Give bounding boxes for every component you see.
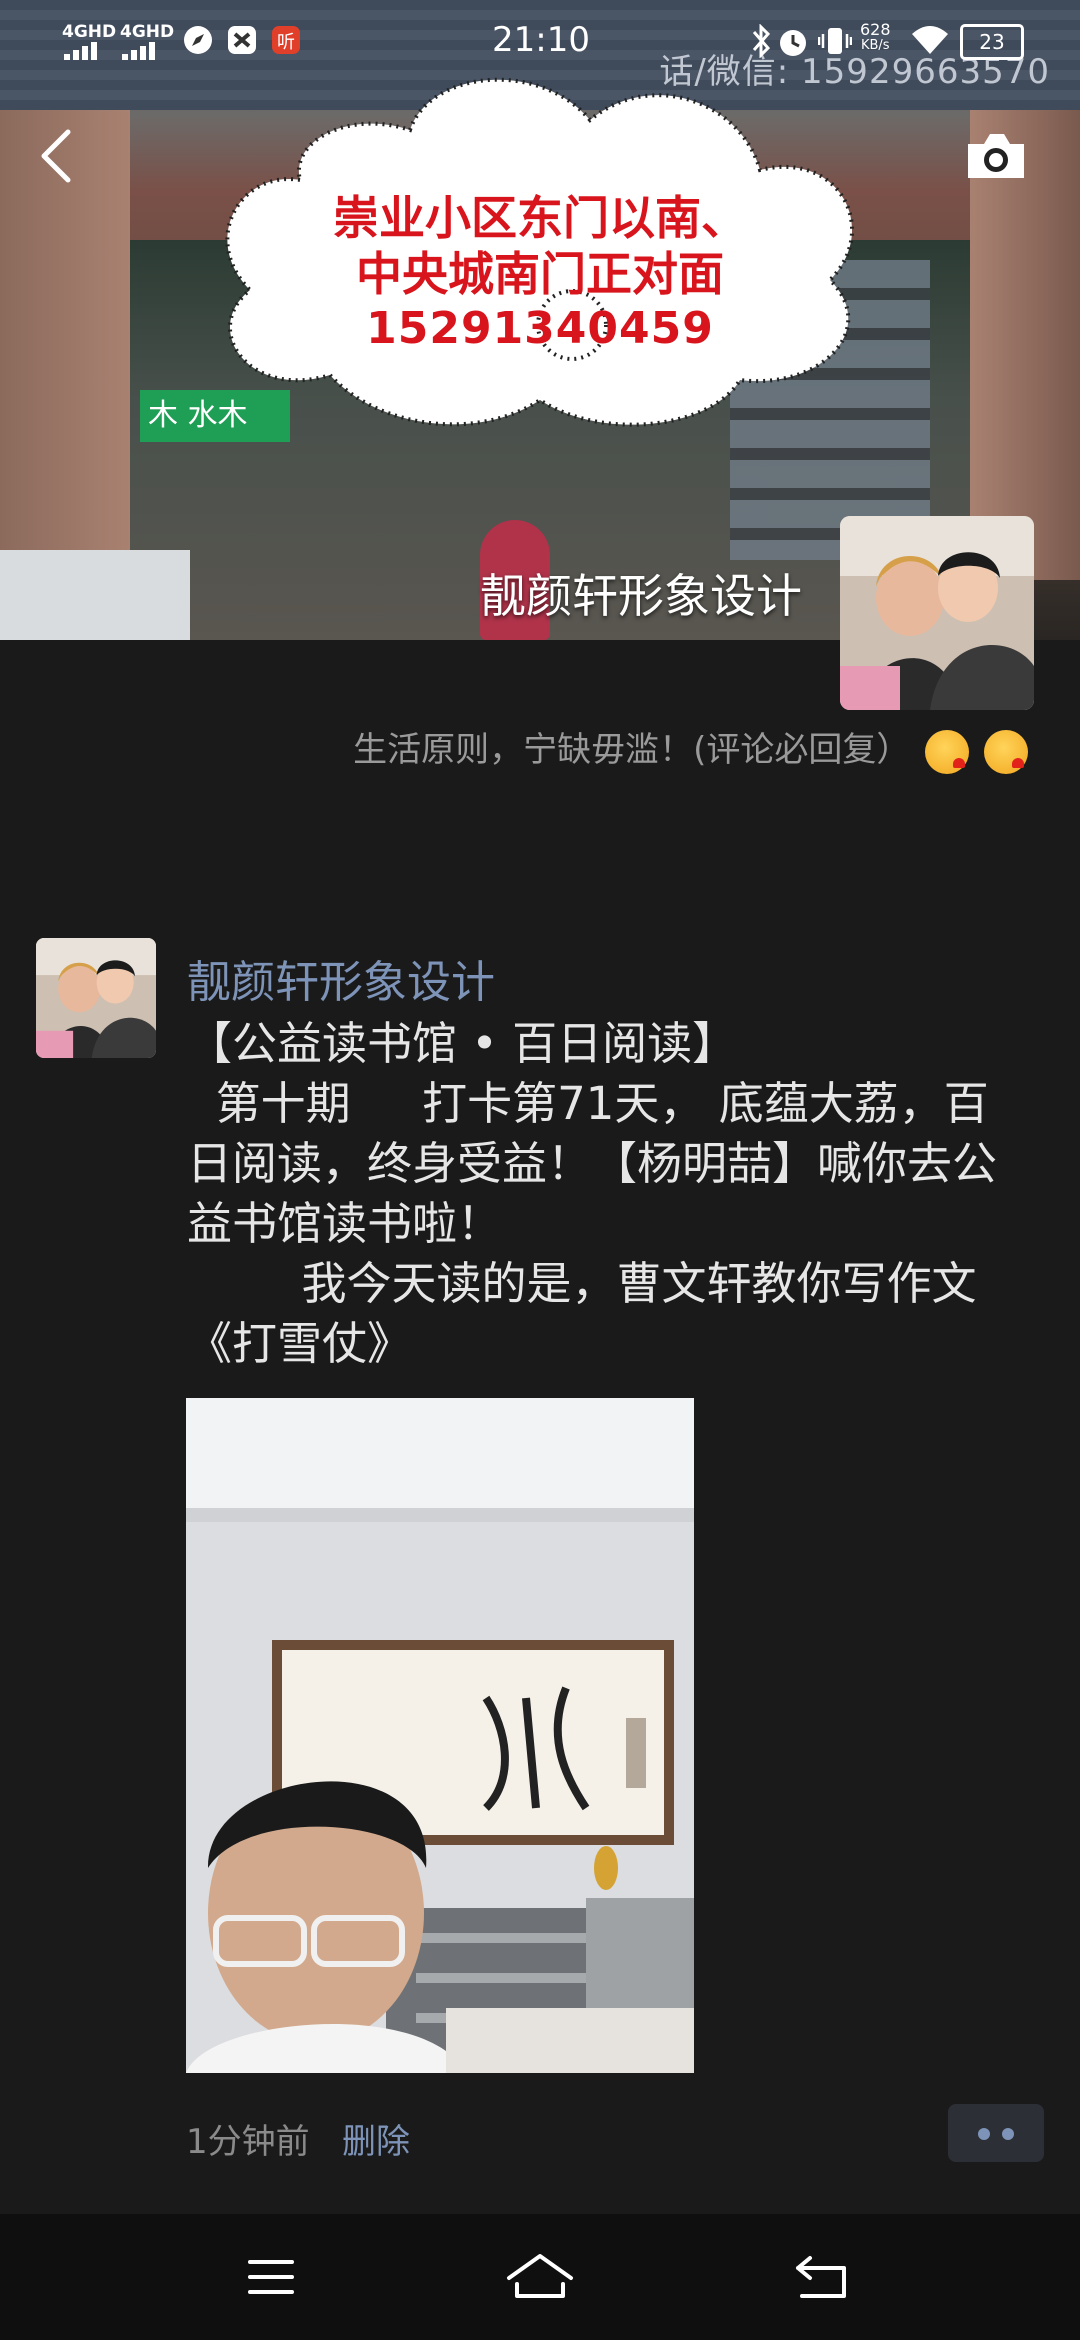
kiss-emoji-icon [984,729,1028,774]
profile-signature: 生活原则，宁缺毋滥！(评论必回复） [353,722,1028,774]
profile-avatar[interactable] [840,516,1034,710]
post-avatar-photo [36,938,156,1058]
bubble-text: 崇业小区东门以南、 中央城南门正对面 15291340459 [210,190,870,356]
dot-1 [978,2128,990,2140]
network-speed-unit: KB/s [860,38,890,53]
signal-1-icon [64,42,97,60]
clock: 21:10 [492,20,590,60]
app-icon [228,26,256,54]
alarm-icon [780,30,806,56]
post-author-avatar[interactable] [36,938,156,1058]
more-dots-icon[interactable] [948,2104,1044,2162]
listen-app-icon: 听 [272,26,300,54]
bubble-line-1: 崇业小区东门以南、 [333,191,747,245]
post-content: 【公益读书馆 • 百日阅读】 第十期 打卡第71天， 底蕴大荔，百日阅读，终身受… [187,1017,998,1370]
status-bar: 4GHD 4GHD 听 21:10 628 KB/s 23 [0,0,1080,80]
kiss-emoji-icon [925,729,970,774]
signal-1-label: 4GHD [62,22,117,42]
network-speed-value: 628 [860,20,891,39]
signal-2-icon [122,42,155,60]
signal-2-label: 4GHD [120,22,175,42]
menu-icon[interactable] [236,2244,306,2310]
vibrate-icon [818,28,852,54]
post-timestamp: 1分钟前 [186,2122,310,2162]
avatar-photo [840,516,1034,710]
bubble-line-3: 15291340459 [366,303,714,354]
delete-link[interactable]: 删除 [342,2114,410,2163]
dot-2 [1002,2128,1014,2140]
battery-indicator: 23 [960,24,1024,60]
signature-text: 生活原则，宁缺毋滥！(评论必回复） [353,730,911,770]
svg-text:听: 听 [277,32,295,53]
network-speed: 628 KB/s [860,22,891,54]
home-icon[interactable] [505,2244,575,2310]
compass-app-icon [184,26,212,54]
return-icon[interactable] [788,2244,858,2310]
photo-reading-boy [186,1398,694,2073]
bubble-line-2: 中央城南门正对面 [356,247,724,301]
system-nav-bar [0,2214,1080,2340]
cover-profile-name: 靓颜轩形象设计 [480,569,802,623]
wifi-icon [912,26,948,54]
camera-icon[interactable] [964,130,1028,182]
post-photo[interactable] [186,1398,694,2073]
back-arrow-icon[interactable] [36,128,80,184]
bluetooth-icon [752,24,771,58]
air-conditioner [0,550,190,640]
post-author-name[interactable]: 靓颜轩形象设计 [187,946,495,1010]
